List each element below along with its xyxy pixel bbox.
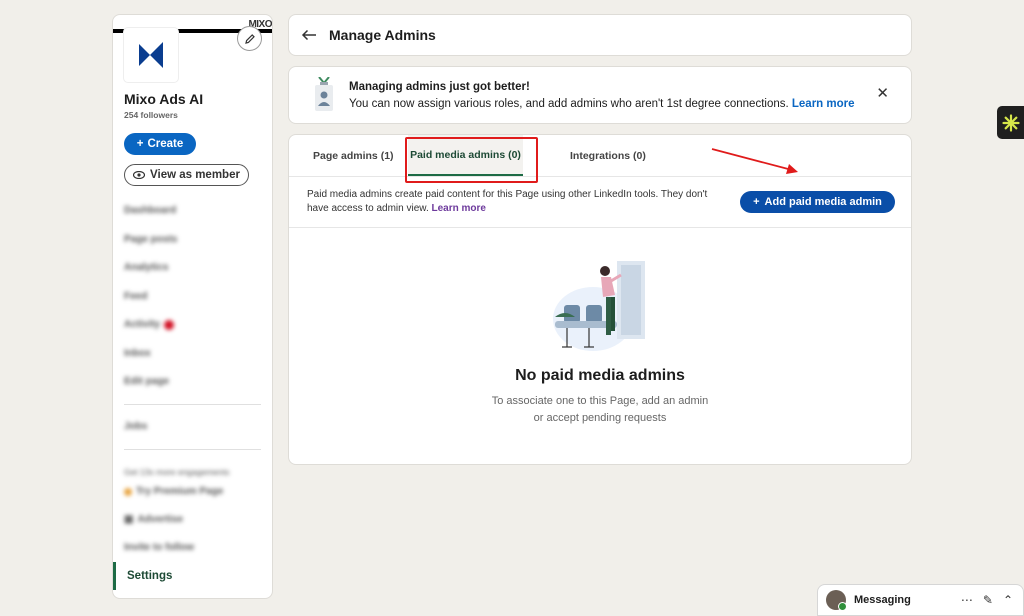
empty-state-title: No paid media admins [515,367,685,384]
plus-icon: + [136,138,144,150]
notification-dot [164,319,175,330]
more-options-icon[interactable]: ⋯ [961,593,973,607]
annotation-arrow [711,148,798,174]
info-banner: Managing admins just got better! You can… [288,66,912,124]
tab-integrations[interactable]: Integrations (0) [568,135,648,176]
empty-state-subtitle: To associate one to this Page, add an ad… [289,393,911,427]
divider [289,227,911,228]
plus-icon: + [753,196,760,208]
advertise-label: Advertise [137,514,184,525]
sidebar-item-premium[interactable]: Try Premium Page [124,486,223,497]
add-button-label: Add paid media admin [764,196,882,208]
mixo-logo-icon [139,42,163,68]
tab-paid-media-admins[interactable]: Paid media admins (0) [408,135,523,176]
messaging-label: Messaging [854,594,911,606]
sidebar-item-dashboard[interactable]: Dashboard [124,205,176,216]
empty-state-line-2: or accept pending requests [533,412,667,424]
company-logo[interactable] [124,28,178,82]
compose-icon[interactable]: ✎ [983,593,993,607]
description-learn-more-link[interactable]: Learn more [432,203,486,214]
sidebar-item-edit-page[interactable]: Edit page [124,376,169,387]
premium-icon [124,487,132,496]
sparkle-icon [1001,113,1020,132]
activity-label: Activity [124,319,161,330]
advertise-icon: ▦ [124,514,134,525]
divider [124,449,261,450]
page-title: Manage Admins [329,27,436,43]
back-arrow-icon[interactable] [301,29,317,41]
empty-state-illustration [553,261,645,351]
sidebar-item-settings[interactable]: Settings [113,562,272,590]
banner-learn-more-link[interactable]: Learn more [792,98,855,110]
tab-page-admins[interactable]: Page admins (1) [311,135,396,176]
promo-heading: Get 13x more engagements [124,467,230,477]
premium-label: Try Premium Page [136,486,224,497]
sidebar-item-advertise[interactable]: ▦ Advertise [124,514,183,525]
edit-cover-button[interactable] [237,26,262,51]
view-as-member-label: View as member [150,169,240,181]
company-name: Mixo Ads AI [124,91,204,107]
sidebar: MIXO Mixo Ads AI 254 followers + Create … [112,14,273,599]
tab-bar: Page admins (1) Paid media admins (0) In… [289,135,911,177]
add-paid-media-admin-button[interactable]: + Add paid media admin [740,191,895,213]
view-as-member-button[interactable]: View as member [124,164,249,186]
messaging-bar[interactable]: Messaging ⋯ ✎ ⌃ [817,584,1024,616]
follower-count: 254 followers [124,110,178,120]
sidebar-item-activity[interactable]: Activity [124,319,175,330]
avatar[interactable] [826,590,847,611]
close-icon[interactable]: ✕ [876,84,889,102]
banner-text: You can now assign various roles, and ad… [349,98,855,110]
empty-state-line-1: To associate one to this Page, add an ad… [491,395,709,407]
sidebar-item-analytics[interactable]: Analytics [124,262,168,273]
banner-description: You can now assign various roles, and ad… [349,98,789,110]
sidebar-item-inbox[interactable]: Inbox [124,348,151,359]
messaging-actions: ⋯ ✎ ⌃ [961,593,1023,607]
sidebar-item-invite[interactable]: Invite to follow [124,542,194,553]
chevron-up-icon[interactable]: ⌃ [1003,593,1013,607]
sidebar-item-jobs[interactable]: Jobs [124,421,147,432]
create-label: Create [147,138,184,150]
extension-badge[interactable] [997,106,1024,139]
banner-title: Managing admins just got better! [349,81,530,93]
paid-media-description: Paid media admins create paid content fo… [307,188,727,216]
sidebar-item-feed[interactable]: Feed [124,291,147,302]
id-badge-icon [315,77,333,111]
eye-icon [133,171,146,179]
page-header: Manage Admins [288,14,912,56]
divider [124,404,261,405]
sidebar-item-page-posts[interactable]: Page posts [124,234,177,245]
admins-panel: Page admins (1) Paid media admins (0) In… [288,134,912,465]
description-text: Paid media admins create paid content fo… [307,189,708,214]
create-button[interactable]: + Create [124,133,196,155]
pencil-icon [244,33,255,44]
